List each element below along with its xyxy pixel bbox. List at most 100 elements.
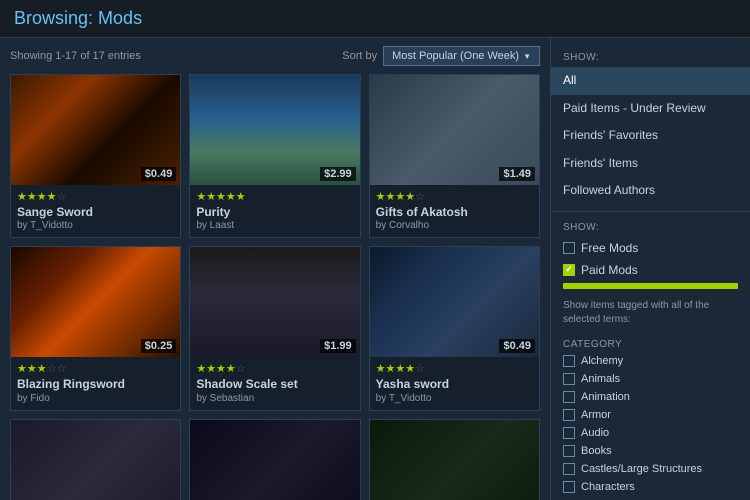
mod-price-sange: $0.49 [141,167,177,181]
category-cb[interactable] [563,373,575,385]
category-cb[interactable] [563,445,575,457]
mod-thumb-bottom1 [11,420,180,500]
show-label: SHOW: [551,48,750,67]
mod-stars-blazing: ★★★☆☆ [17,362,174,375]
paid-mods-checkbox-row[interactable]: Paid Mods [551,259,750,281]
category-cb[interactable] [563,427,575,439]
paid-mods-bar [563,283,738,289]
category-label-text: Animation [581,391,630,403]
show-items-text: Show items tagged with all of the select… [551,293,750,333]
mod-card-bottom3[interactable] [369,419,540,500]
category-item-books[interactable]: Books [551,442,750,460]
mod-author-yasha: by T_Vidotto [376,393,533,404]
mod-thumb-shadow: $1.99 [190,247,359,357]
sort-controls: Sort by Most Popular (One Week) [342,46,540,66]
sidebar-filter-friends-items[interactable]: Friends' Items [551,150,750,178]
sidebar-filter-friends-favs[interactable]: Friends' Favorites [551,122,750,150]
category-item-armor[interactable]: Armor [551,406,750,424]
sidebar-divider-1 [551,211,750,212]
show-label-2: SHOW: [551,218,750,237]
main-layout: Showing 1-17 of 17 entries Sort by Most … [0,38,750,500]
mod-thumb-blazing: $0.25 [11,247,180,357]
mod-thumb-bottom2 [190,420,359,500]
sidebar-filter-all[interactable]: All [551,67,750,95]
category-cb[interactable] [563,391,575,403]
mod-card-sange[interactable]: $0.49 ★★★★☆ Sange Sword by T_Vidotto [10,74,181,238]
mod-info-sange: ★★★★☆ Sange Sword by T_Vidotto [11,185,180,237]
mod-thumb-sange: $0.49 [11,75,180,185]
mod-author-akatosh: by Corvalho [376,220,533,231]
mod-card-shadow[interactable]: $1.99 ★★★★☆ Shadow Scale set by Sebastia… [189,246,360,410]
mod-price-akatosh: $1.49 [499,167,535,181]
free-mods-label: Free Mods [581,241,638,255]
category-cb[interactable] [563,409,575,421]
mod-info-blazing: ★★★☆☆ Blazing Ringsword by Fido [11,357,180,409]
mod-stars-shadow: ★★★★☆ [196,362,353,375]
mod-name-shadow: Shadow Scale set [196,377,353,391]
mod-info-shadow: ★★★★☆ Shadow Scale set by Sebastian [190,357,359,409]
category-label-text: Characters [581,481,635,493]
category-item-animals[interactable]: Animals [551,370,750,388]
mod-card-bottom2[interactable] [189,419,360,500]
mod-name-akatosh: Gifts of Akatosh [376,205,533,219]
mod-price-blazing: $0.25 [141,339,177,353]
mod-thumb-akatosh: $1.49 [370,75,539,185]
free-mods-checkbox[interactable] [563,242,575,254]
category-label-text: Castles/Large Structures [581,463,702,475]
category-cb[interactable] [563,355,575,367]
mod-stars-sange: ★★★★☆ [17,190,174,203]
mod-price-yasha: $0.49 [499,339,535,353]
category-label-text: Audio [581,427,609,439]
category-label-text: Alchemy [581,355,623,367]
mod-stars-purity: ★★★★★ [196,190,353,203]
toolbar: Showing 1-17 of 17 entries Sort by Most … [10,46,540,66]
mod-author-purity: by Laast [196,220,353,231]
mod-name-purity: Purity [196,205,353,219]
paid-mods-label: Paid Mods [581,263,638,277]
mod-name-blazing: Blazing Ringsword [17,377,174,391]
category-label-text: Armor [581,409,611,421]
mod-author-shadow: by Sebastian [196,393,353,404]
mod-price-purity: $2.99 [320,167,356,181]
sort-dropdown[interactable]: Most Popular (One Week) [383,46,540,66]
sidebar: SHOW: AllPaid Items - Under ReviewFriend… [550,38,750,500]
mod-info-yasha: ★★★★☆ Yasha sword by T_Vidotto [370,357,539,409]
mod-stars-akatosh: ★★★★☆ [376,190,533,203]
category-item-alchemy[interactable]: Alchemy [551,352,750,370]
sort-by-label: Sort by [342,50,377,62]
mod-author-blazing: by Fido [17,393,174,404]
mod-thumb-bottom3 [370,420,539,500]
mod-info-purity: ★★★★★ Purity by Laast [190,185,359,237]
category-label-text: Books [581,445,612,457]
mod-card-akatosh[interactable]: $1.49 ★★★★☆ Gifts of Akatosh by Corvalho [369,74,540,238]
mod-card-purity[interactable]: $2.99 ★★★★★ Purity by Laast [189,74,360,238]
category-item-characters[interactable]: Characters [551,478,750,496]
content-area: Showing 1-17 of 17 entries Sort by Most … [0,38,550,500]
mod-name-yasha: Yasha sword [376,377,533,391]
category-item-audio[interactable]: Audio [551,424,750,442]
entries-count: Showing 1-17 of 17 entries [10,50,141,62]
mod-price-shadow: $1.99 [320,339,356,353]
sidebar-filter-followed-authors[interactable]: Followed Authors [551,177,750,205]
mod-thumb-purity: $2.99 [190,75,359,185]
page-title: Browsing: Mods [14,8,736,29]
mod-thumb-yasha: $0.49 [370,247,539,357]
sidebar-filter-paid-review[interactable]: Paid Items - Under Review [551,95,750,123]
mod-card-yasha[interactable]: $0.49 ★★★★☆ Yasha sword by T_Vidotto [369,246,540,410]
mod-card-bottom1[interactable] [10,419,181,500]
mod-name-sange: Sange Sword [17,205,174,219]
category-cb[interactable] [563,481,575,493]
mod-info-akatosh: ★★★★☆ Gifts of Akatosh by Corvalho [370,185,539,237]
category-item-animation[interactable]: Animation [551,388,750,406]
category-label: CATEGORY [551,333,750,352]
category-item-castles-large-structures[interactable]: Castles/Large Structures [551,460,750,478]
mods-grid: $0.49 ★★★★☆ Sange Sword by T_Vidotto $2.… [10,74,540,500]
mod-stars-yasha: ★★★★☆ [376,362,533,375]
free-mods-checkbox-row[interactable]: Free Mods [551,237,750,259]
mod-author-sange: by T_Vidotto [17,220,174,231]
category-label-text: Animals [581,373,620,385]
paid-mods-checkbox[interactable] [563,264,575,276]
mod-card-blazing[interactable]: $0.25 ★★★☆☆ Blazing Ringsword by Fido [10,246,181,410]
page-header: Browsing: Mods [0,0,750,38]
category-cb[interactable] [563,463,575,475]
